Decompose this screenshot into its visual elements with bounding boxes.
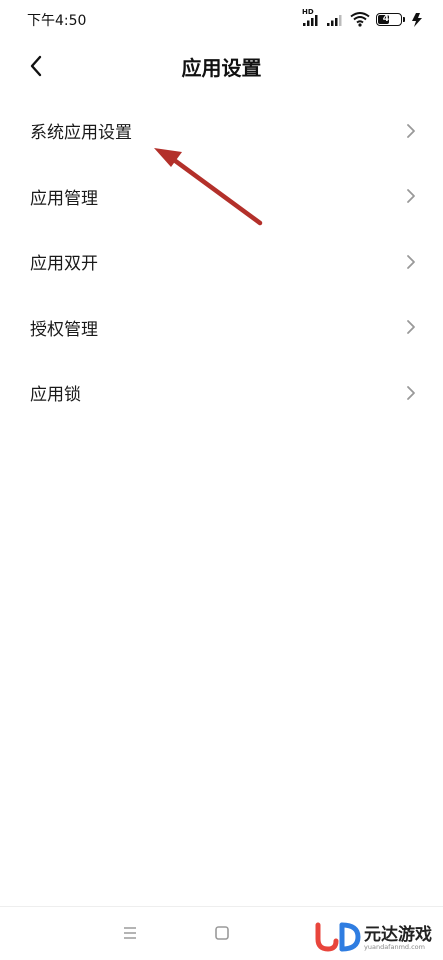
list-item-label: 系统应用设置 xyxy=(30,123,132,144)
header: 应用设置 xyxy=(0,36,443,96)
list-item-label: 应用双开 xyxy=(30,254,98,275)
page-title: 应用设置 xyxy=(181,56,262,80)
chevron-right-icon xyxy=(405,188,417,204)
list-item-label: 授权管理 xyxy=(30,319,98,340)
watermark-logo-icon xyxy=(315,922,361,952)
charging-icon xyxy=(411,12,423,27)
nav-home-button[interactable] xyxy=(213,924,231,942)
signal-strength-icon-sim2 xyxy=(326,12,344,26)
menu-icon xyxy=(124,927,136,939)
list-item-label: 应用锁 xyxy=(30,385,81,406)
battery-icon: 45 xyxy=(376,12,405,26)
watermark: 元达游戏 yuandafanmd.com xyxy=(314,916,442,958)
chevron-right-icon xyxy=(405,319,417,335)
watermark-text: 元达游戏 xyxy=(364,925,432,945)
chevron-right-icon xyxy=(405,123,417,139)
home-square-icon xyxy=(215,926,229,940)
battery-level: 45 xyxy=(382,13,396,24)
watermark-url: yuandafanmd.com xyxy=(364,943,425,951)
signal-strength-icon-sim1: HD xyxy=(302,8,320,26)
battery-cap xyxy=(403,16,405,22)
nav-menu-button[interactable] xyxy=(121,925,139,941)
wifi-icon xyxy=(350,11,370,27)
list-item-label: 应用管理 xyxy=(30,188,98,209)
status-time: 下午4:50 xyxy=(27,13,87,29)
chevron-right-icon xyxy=(405,385,417,401)
list-item-permissions[interactable]: 授权管理 xyxy=(0,295,443,361)
list-item-app-lock[interactable]: 应用锁 xyxy=(0,360,443,426)
list-item-dual-apps[interactable]: 应用双开 xyxy=(0,229,443,295)
status-icons: HD 45 xyxy=(302,8,423,29)
status-bar: 下午4:50 HD 45 xyxy=(0,0,443,36)
hd-label: HD xyxy=(302,8,314,16)
chevron-right-icon xyxy=(405,254,417,270)
settings-list: 系统应用设置 应用管理 应用双开 授权管理 应用锁 xyxy=(0,98,443,426)
list-item-system-app-settings[interactable]: 系统应用设置 xyxy=(0,98,443,164)
list-item-app-management[interactable]: 应用管理 xyxy=(0,164,443,230)
battery-body: 45 xyxy=(376,12,402,26)
